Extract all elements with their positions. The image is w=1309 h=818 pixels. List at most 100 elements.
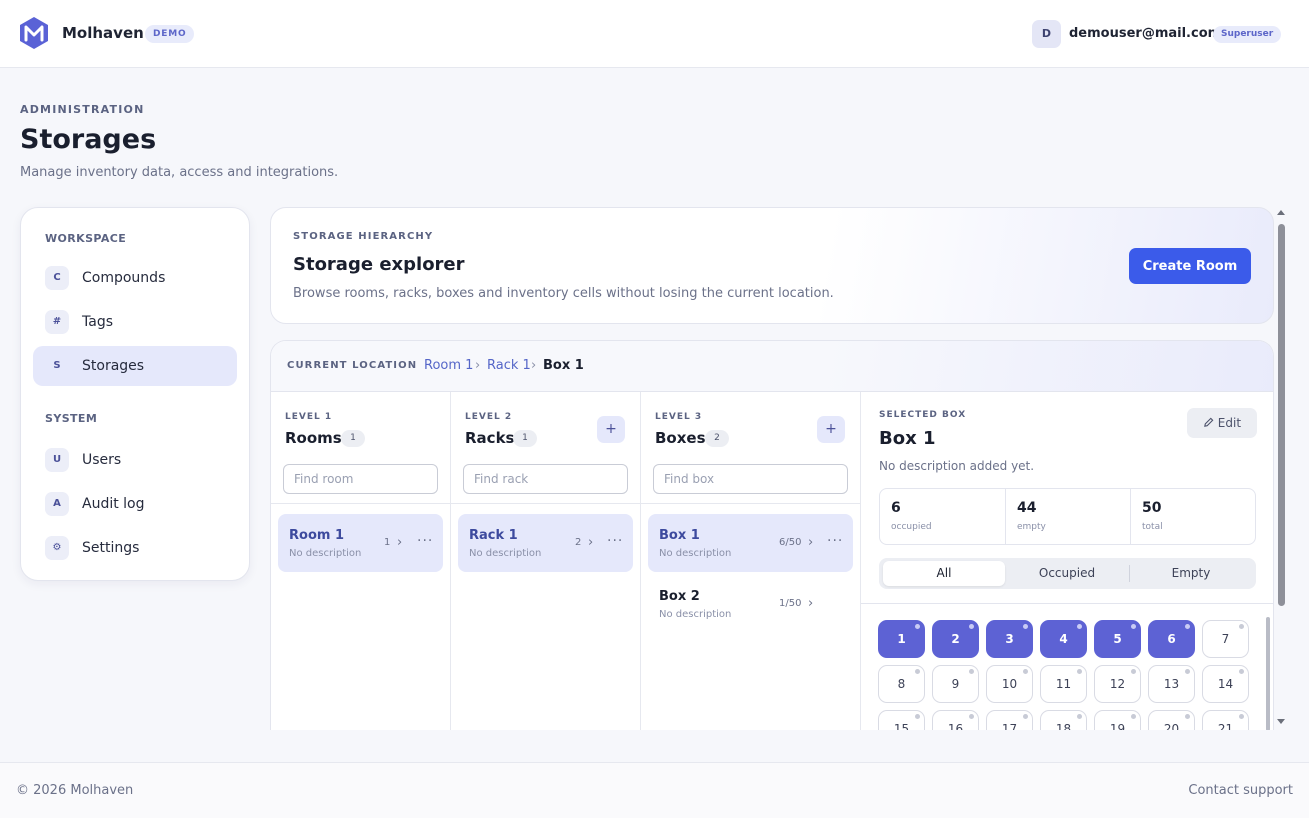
status-dot-icon <box>1131 669 1136 674</box>
stat-total: 50 total <box>1130 489 1255 544</box>
more-icon[interactable]: ··· <box>417 533 433 549</box>
chevron-right-icon: › <box>397 535 403 550</box>
sidebar-item-compounds[interactable]: C Compounds <box>33 258 237 298</box>
box-cell[interactable]: 10 <box>986 665 1033 703</box>
storage-explorer: CURRENT LOCATION Room 1 › Rack 1 › Box 1… <box>270 340 1274 730</box>
box-cell[interactable]: 17 <box>986 710 1033 730</box>
box-cell[interactable]: 4 <box>1040 620 1087 658</box>
filter-all[interactable]: All <box>883 561 1005 586</box>
status-dot-icon <box>1185 624 1190 629</box>
selected-box-panel: SELECTED BOX Box 1 Edit No description a… <box>861 392 1273 730</box>
box-cell[interactable]: 21 <box>1202 710 1249 730</box>
box-cell[interactable]: 1 <box>878 620 925 658</box>
hierarchy-eyebrow: STORAGE HIERARCHY <box>293 231 434 242</box>
cell-number: 4 <box>1059 632 1068 646</box>
rack-item[interactable]: Rack 1 No description 2 › ··· <box>458 514 633 572</box>
box-cell[interactable]: 8 <box>878 665 925 703</box>
box-cell[interactable]: 18 <box>1040 710 1087 730</box>
avatar[interactable]: D <box>1032 20 1061 48</box>
add-box-button[interactable]: + <box>817 416 845 443</box>
boxes-column: LEVEL 3 Boxes 2 + Box 1 No description 6… <box>641 392 861 730</box>
sidebar-item-label: Storages <box>82 358 145 374</box>
scroll-down-icon[interactable] <box>1277 719 1285 724</box>
find-box-input[interactable] <box>653 464 848 494</box>
more-icon[interactable]: ··· <box>827 533 843 549</box>
scrollbar-thumb[interactable] <box>1266 617 1270 730</box>
boxes-count: 2 <box>705 430 729 447</box>
box-cell[interactable]: 14 <box>1202 665 1249 703</box>
page-scrollbar-thumb[interactable] <box>1278 224 1285 606</box>
cell-number: 5 <box>1113 632 1122 646</box>
box-item[interactable]: Box 1 No description 6/50 › ··· <box>648 514 853 572</box>
more-icon[interactable]: ··· <box>607 533 623 549</box>
find-room-input[interactable] <box>283 464 438 494</box>
room-item[interactable]: Room 1 No description 1 › ··· <box>278 514 443 572</box>
sidebar-item-storages[interactable]: S Storages <box>33 346 237 386</box>
box-cell[interactable]: 15 <box>878 710 925 730</box>
sidebar-item-tags[interactable]: # Tags <box>33 302 237 342</box>
box-cell[interactable]: 3 <box>986 620 1033 658</box>
box-cell[interactable]: 2 <box>932 620 979 658</box>
box-cell[interactable]: 13 <box>1148 665 1195 703</box>
cell-number: 17 <box>1001 722 1018 730</box>
stat-label: total <box>1142 522 1163 532</box>
audit-letter-icon: A <box>45 492 69 516</box>
cell-grid-scrollbar[interactable] <box>1265 607 1271 730</box>
box-cell[interactable]: 9 <box>932 665 979 703</box>
find-rack-input[interactable] <box>463 464 628 494</box>
sidebar-item-label: Audit log <box>82 496 145 512</box>
filter-occupied[interactable]: Occupied <box>1006 561 1128 586</box>
box-cell[interactable]: 19 <box>1094 710 1141 730</box>
box-cell[interactable]: 12 <box>1094 665 1141 703</box>
box-cell[interactable]: 6 <box>1148 620 1195 658</box>
stat-label: empty <box>1017 522 1046 532</box>
box-cell[interactable]: 20 <box>1148 710 1195 730</box>
racks-title: Racks <box>465 429 515 447</box>
box-cell[interactable]: 16 <box>932 710 979 730</box>
box-cell[interactable]: 11 <box>1040 665 1087 703</box>
box-item[interactable]: Box 2 No description 1/50 › <box>648 575 853 633</box>
box-cell[interactable]: 7 <box>1202 620 1249 658</box>
racks-column: LEVEL 2 Racks 1 + Rack 1 No description … <box>451 392 641 730</box>
stat-occupied: 6 occupied <box>880 489 1005 544</box>
page-title: Storages <box>20 124 157 155</box>
filter-empty[interactable]: Empty <box>1130 561 1252 586</box>
divider <box>271 503 451 504</box>
sidebar-item-users[interactable]: U Users <box>33 440 237 480</box>
sidebar-item-audit-log[interactable]: A Audit log <box>33 484 237 524</box>
status-dot-icon <box>915 624 920 629</box>
rack-child-count: 2 <box>575 537 582 548</box>
divider <box>861 603 1273 604</box>
section-eyebrow: ADMINISTRATION <box>20 103 145 116</box>
box-description: No description added yet. <box>879 459 1035 473</box>
status-dot-icon <box>1239 624 1244 629</box>
cell-number: 12 <box>1109 677 1126 691</box>
status-dot-icon <box>1077 624 1082 629</box>
chevron-right-icon: › <box>808 535 814 550</box>
explorer-subtitle: Browse rooms, racks, boxes and inventory… <box>293 286 834 301</box>
sidebar-group-workspace: WORKSPACE <box>45 232 127 245</box>
add-rack-button[interactable]: + <box>597 416 625 443</box>
breadcrumb-room[interactable]: Room 1 <box>424 358 473 373</box>
stat-value: 44 <box>1017 500 1037 516</box>
hash-icon: # <box>45 310 69 334</box>
edit-button[interactable]: Edit <box>1187 408 1257 438</box>
cell-filter: All Occupied Empty <box>879 558 1256 589</box>
molhaven-logo-icon[interactable] <box>18 16 50 50</box>
breadcrumb-separator: › <box>531 358 537 373</box>
status-dot-icon <box>1239 669 1244 674</box>
cell-number: 6 <box>1167 632 1176 646</box>
brand-name[interactable]: Molhaven <box>62 24 144 42</box>
sidebar-item-settings[interactable]: ⚙ Settings <box>33 528 237 568</box>
create-room-button[interactable]: Create Room <box>1129 248 1251 284</box>
rooms-column: LEVEL 1 Rooms 1 Room 1 No description 1 … <box>271 392 451 730</box>
scroll-up-icon[interactable] <box>1277 210 1285 215</box>
selected-box-eyebrow: SELECTED BOX <box>879 410 967 420</box>
role-badge: Superuser <box>1213 26 1282 43</box>
box-cell[interactable]: 5 <box>1094 620 1141 658</box>
copyright: © 2026 Molhaven <box>16 783 134 798</box>
user-email[interactable]: demouser@mail.com <box>1069 26 1221 41</box>
sidebar-item-label: Settings <box>82 540 140 556</box>
contact-support-link[interactable]: Contact support <box>1188 783 1293 798</box>
breadcrumb-rack[interactable]: Rack 1 <box>487 358 531 373</box>
